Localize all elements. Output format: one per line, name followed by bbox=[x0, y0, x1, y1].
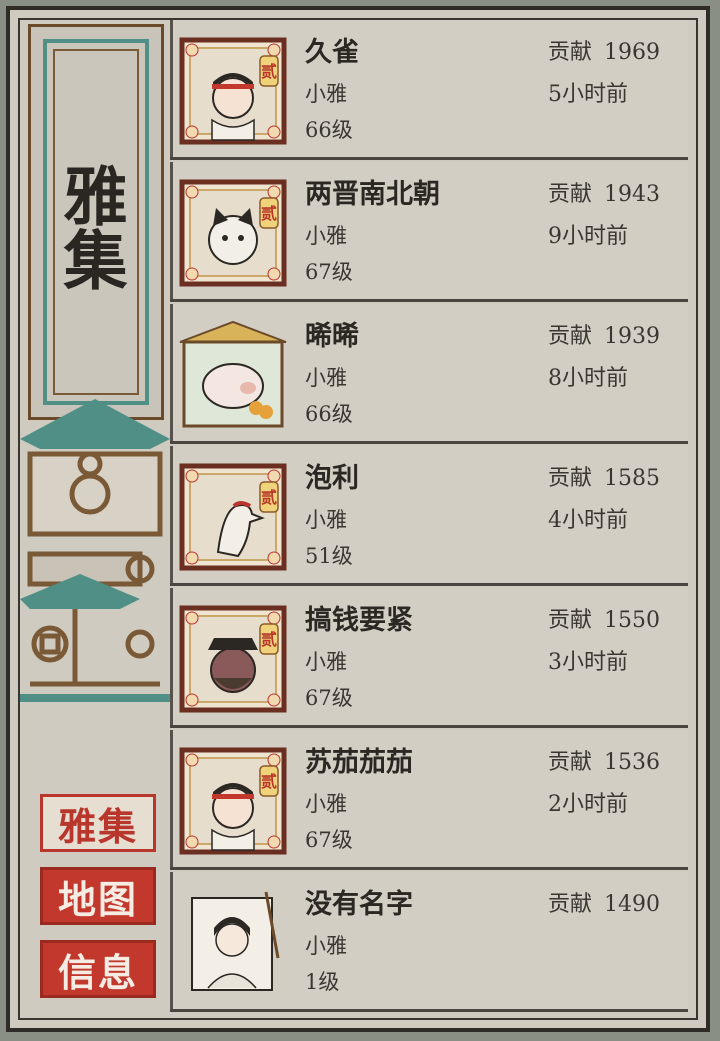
contribution-value: 1585 bbox=[604, 466, 661, 491]
nav-button-yaji[interactable]: 雅集 bbox=[40, 794, 156, 852]
contribution-value: 1939 bbox=[604, 324, 661, 349]
contribution-value: 1943 bbox=[604, 182, 661, 207]
member-role: 小雅 bbox=[305, 366, 347, 390]
member-level: 67级 bbox=[305, 686, 353, 710]
boy-headband-portrait-avatar-icon[interactable]: 贰 bbox=[178, 36, 288, 146]
row-edge bbox=[170, 730, 173, 867]
sidebar: 雅集 雅集 地图 信息 bbox=[14, 14, 170, 1014]
row-edge bbox=[170, 20, 173, 157]
row-edge bbox=[170, 446, 173, 583]
member-last-active: 2小时前 bbox=[548, 792, 628, 817]
member-contribution: 贡献 1550 bbox=[548, 602, 660, 634]
contribution-label: 贡献 bbox=[548, 750, 593, 775]
pig-portrait-avatar-icon[interactable] bbox=[178, 320, 288, 430]
member-contribution: 贡献 1939 bbox=[548, 318, 660, 350]
member-level: 66级 bbox=[305, 402, 353, 426]
member-role: 小雅 bbox=[305, 508, 347, 532]
member-name: 没有名字 bbox=[305, 889, 413, 920]
member-contribution: 贡献 1536 bbox=[548, 744, 660, 776]
member-role: 小雅 bbox=[305, 224, 347, 248]
boy-headband-portrait-avatar-icon[interactable]: 贰 bbox=[178, 746, 288, 856]
contribution-label: 贡献 bbox=[548, 892, 593, 917]
member-role: 小雅 bbox=[305, 792, 347, 816]
member-last-active: 8小时前 bbox=[548, 366, 628, 391]
contribution-value: 1969 bbox=[604, 40, 661, 65]
member-name: 泡利 bbox=[305, 463, 359, 494]
member-contribution: 贡献 1490 bbox=[548, 886, 660, 918]
svg-text:贰: 贰 bbox=[261, 772, 277, 791]
member-name: 两晋南北朝 bbox=[305, 179, 440, 210]
member-row[interactable]: 贰 搞钱要紧小雅 67级 贡献 1550 3小时前 bbox=[170, 588, 688, 728]
contribution-value: 1490 bbox=[604, 892, 661, 917]
member-name: 苏茄茄茄 bbox=[305, 747, 413, 778]
member-level: 1级 bbox=[305, 970, 340, 994]
member-level: 51级 bbox=[305, 544, 353, 568]
title-panel: 雅集 bbox=[28, 24, 164, 420]
member-level: 67级 bbox=[305, 828, 353, 852]
official-portrait-avatar-icon[interactable]: 贰 bbox=[178, 604, 288, 714]
row-edge bbox=[170, 872, 173, 1009]
member-role: 小雅 bbox=[305, 934, 347, 958]
svg-text:贰: 贰 bbox=[261, 630, 277, 649]
member-level: 67级 bbox=[305, 260, 353, 284]
member-last-active: 4小时前 bbox=[548, 508, 628, 533]
row-edge bbox=[170, 304, 173, 441]
nav-button-ditu[interactable]: 地图 bbox=[40, 867, 156, 925]
svg-text:贰: 贰 bbox=[261, 488, 277, 507]
member-last-active: 9小时前 bbox=[548, 224, 628, 249]
scroll-scholar-portrait-avatar-icon[interactable] bbox=[178, 888, 288, 998]
member-contribution: 贡献 1943 bbox=[548, 176, 660, 208]
member-role: 小雅 bbox=[305, 82, 347, 106]
member-level: 66级 bbox=[305, 118, 353, 142]
svg-text:贰: 贰 bbox=[261, 62, 277, 81]
svg-text:贰: 贰 bbox=[261, 204, 277, 223]
member-row[interactable]: 贰 苏茄茄茄小雅 67级 贡献 1536 2小时前 bbox=[170, 730, 688, 870]
member-row[interactable]: 晞晞小雅 66级 贡献 1939 8小时前 bbox=[170, 304, 688, 444]
member-last-active: 5小时前 bbox=[548, 82, 628, 107]
contribution-label: 贡献 bbox=[548, 466, 593, 491]
contribution-label: 贡献 bbox=[548, 608, 593, 633]
row-edge bbox=[170, 588, 173, 725]
member-name: 搞钱要紧 bbox=[305, 605, 413, 636]
member-row[interactable]: 贰 两晋南北朝小雅 67级 贡献 1943 9小时前 bbox=[170, 162, 688, 302]
member-row[interactable]: 没有名字小雅 1级 贡献 1490 bbox=[170, 872, 688, 1012]
cat-portrait-avatar-icon[interactable]: 贰 bbox=[178, 178, 288, 288]
contribution-value: 1536 bbox=[604, 750, 661, 775]
contribution-value: 1550 bbox=[604, 608, 661, 633]
member-row[interactable]: 贰 久雀小雅 66级 贡献 1969 5小时前 bbox=[170, 20, 688, 160]
contribution-label: 贡献 bbox=[548, 324, 593, 349]
member-contribution: 贡献 1969 bbox=[548, 34, 660, 66]
member-role: 小雅 bbox=[305, 650, 347, 674]
member-list: 贰久雀 小雅 66级 贡献 1969 5小时前贰两晋南北朝 小雅 67级 贡献 1943 9小时前晞… bbox=[170, 20, 688, 1020]
row-edge bbox=[170, 162, 173, 299]
member-last-active: 3小时前 bbox=[548, 650, 628, 675]
nav-button-xinxi[interactable]: 信息 bbox=[40, 940, 156, 998]
contribution-label: 贡献 bbox=[548, 40, 593, 65]
member-name: 晞晞 bbox=[305, 321, 359, 352]
member-name: 久雀 bbox=[305, 37, 359, 68]
member-row[interactable]: 贰 泡利小雅 51级 贡献 1585 4小时前 bbox=[170, 446, 688, 586]
contribution-label: 贡献 bbox=[548, 182, 593, 207]
member-contribution: 贡献 1585 bbox=[548, 460, 660, 492]
eagle-portrait-avatar-icon[interactable]: 贰 bbox=[178, 462, 288, 572]
sidebar-title: 雅集 bbox=[52, 163, 128, 291]
pavilion-decoration-icon bbox=[20, 399, 170, 702]
